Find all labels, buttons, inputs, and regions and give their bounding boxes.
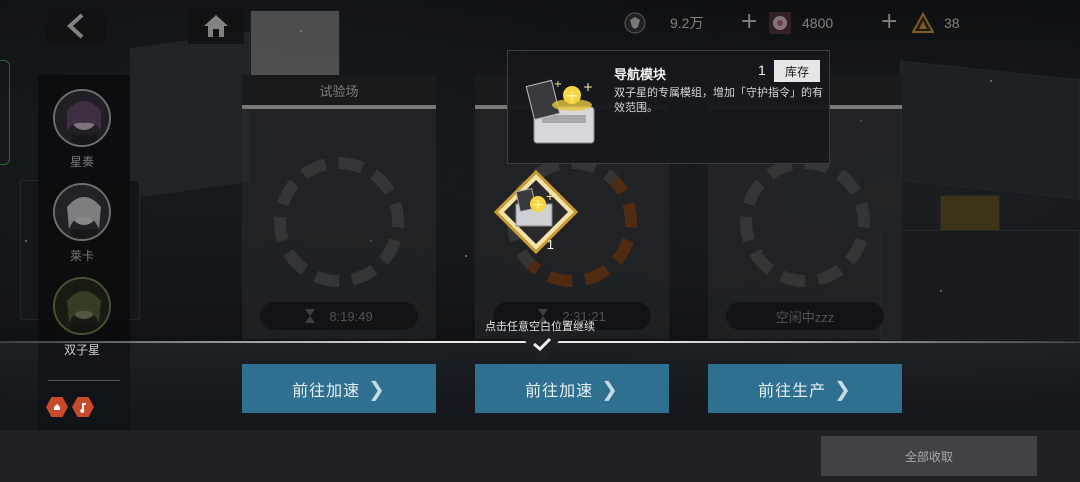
svg-text:+: +	[583, 80, 593, 94]
reward-item[interactable]: + + 1	[493, 169, 579, 255]
chevron-right-icon: ❯	[368, 376, 386, 401]
action-label: 前往加速	[525, 380, 594, 400]
stock-label: 库存	[774, 60, 820, 82]
checkmark-icon	[533, 337, 552, 351]
continue-hint: 点击任意空白位置继续	[485, 320, 595, 333]
character-name: 双子星	[63, 343, 100, 357]
action-label: 前往加速	[292, 380, 361, 400]
chevron-right-icon: ❯	[601, 376, 619, 401]
collect-all-button[interactable]: 全部收取	[821, 436, 1037, 476]
svg-text:+: +	[545, 190, 554, 203]
card-action-button[interactable]: 前往加速 ❯	[475, 364, 669, 413]
music-note-icon	[80, 403, 86, 413]
item-description: 双子星的专属模组，增加「守护指令」的有效范围。	[614, 86, 823, 114]
svg-text:+: +	[554, 79, 562, 90]
reward-count: 1	[546, 237, 554, 252]
navigation-module-icon: + + +	[525, 79, 595, 144]
item-tooltip: + + + 导航模块 1 库存 双子星的专属模组，增加「守护指令」的有效范围。	[507, 50, 830, 164]
svg-text:+: +	[565, 86, 578, 105]
item-quantity: 1	[758, 62, 766, 78]
svg-text:+: +	[532, 197, 544, 213]
filter-badge-1[interactable]	[46, 397, 68, 417]
gear-small-icon	[54, 404, 60, 410]
card-action-button[interactable]: 前往生产 ❯	[708, 364, 902, 413]
chevron-right-icon: ❯	[834, 376, 852, 401]
navigation-module-icon: + +	[493, 169, 579, 255]
item-name: 导航模块	[614, 68, 667, 83]
action-label: 前往生产	[758, 380, 827, 400]
card-action-button[interactable]: 前往加速 ❯	[242, 364, 436, 413]
divider	[48, 380, 120, 381]
filter-badge-2[interactable]	[72, 397, 94, 417]
